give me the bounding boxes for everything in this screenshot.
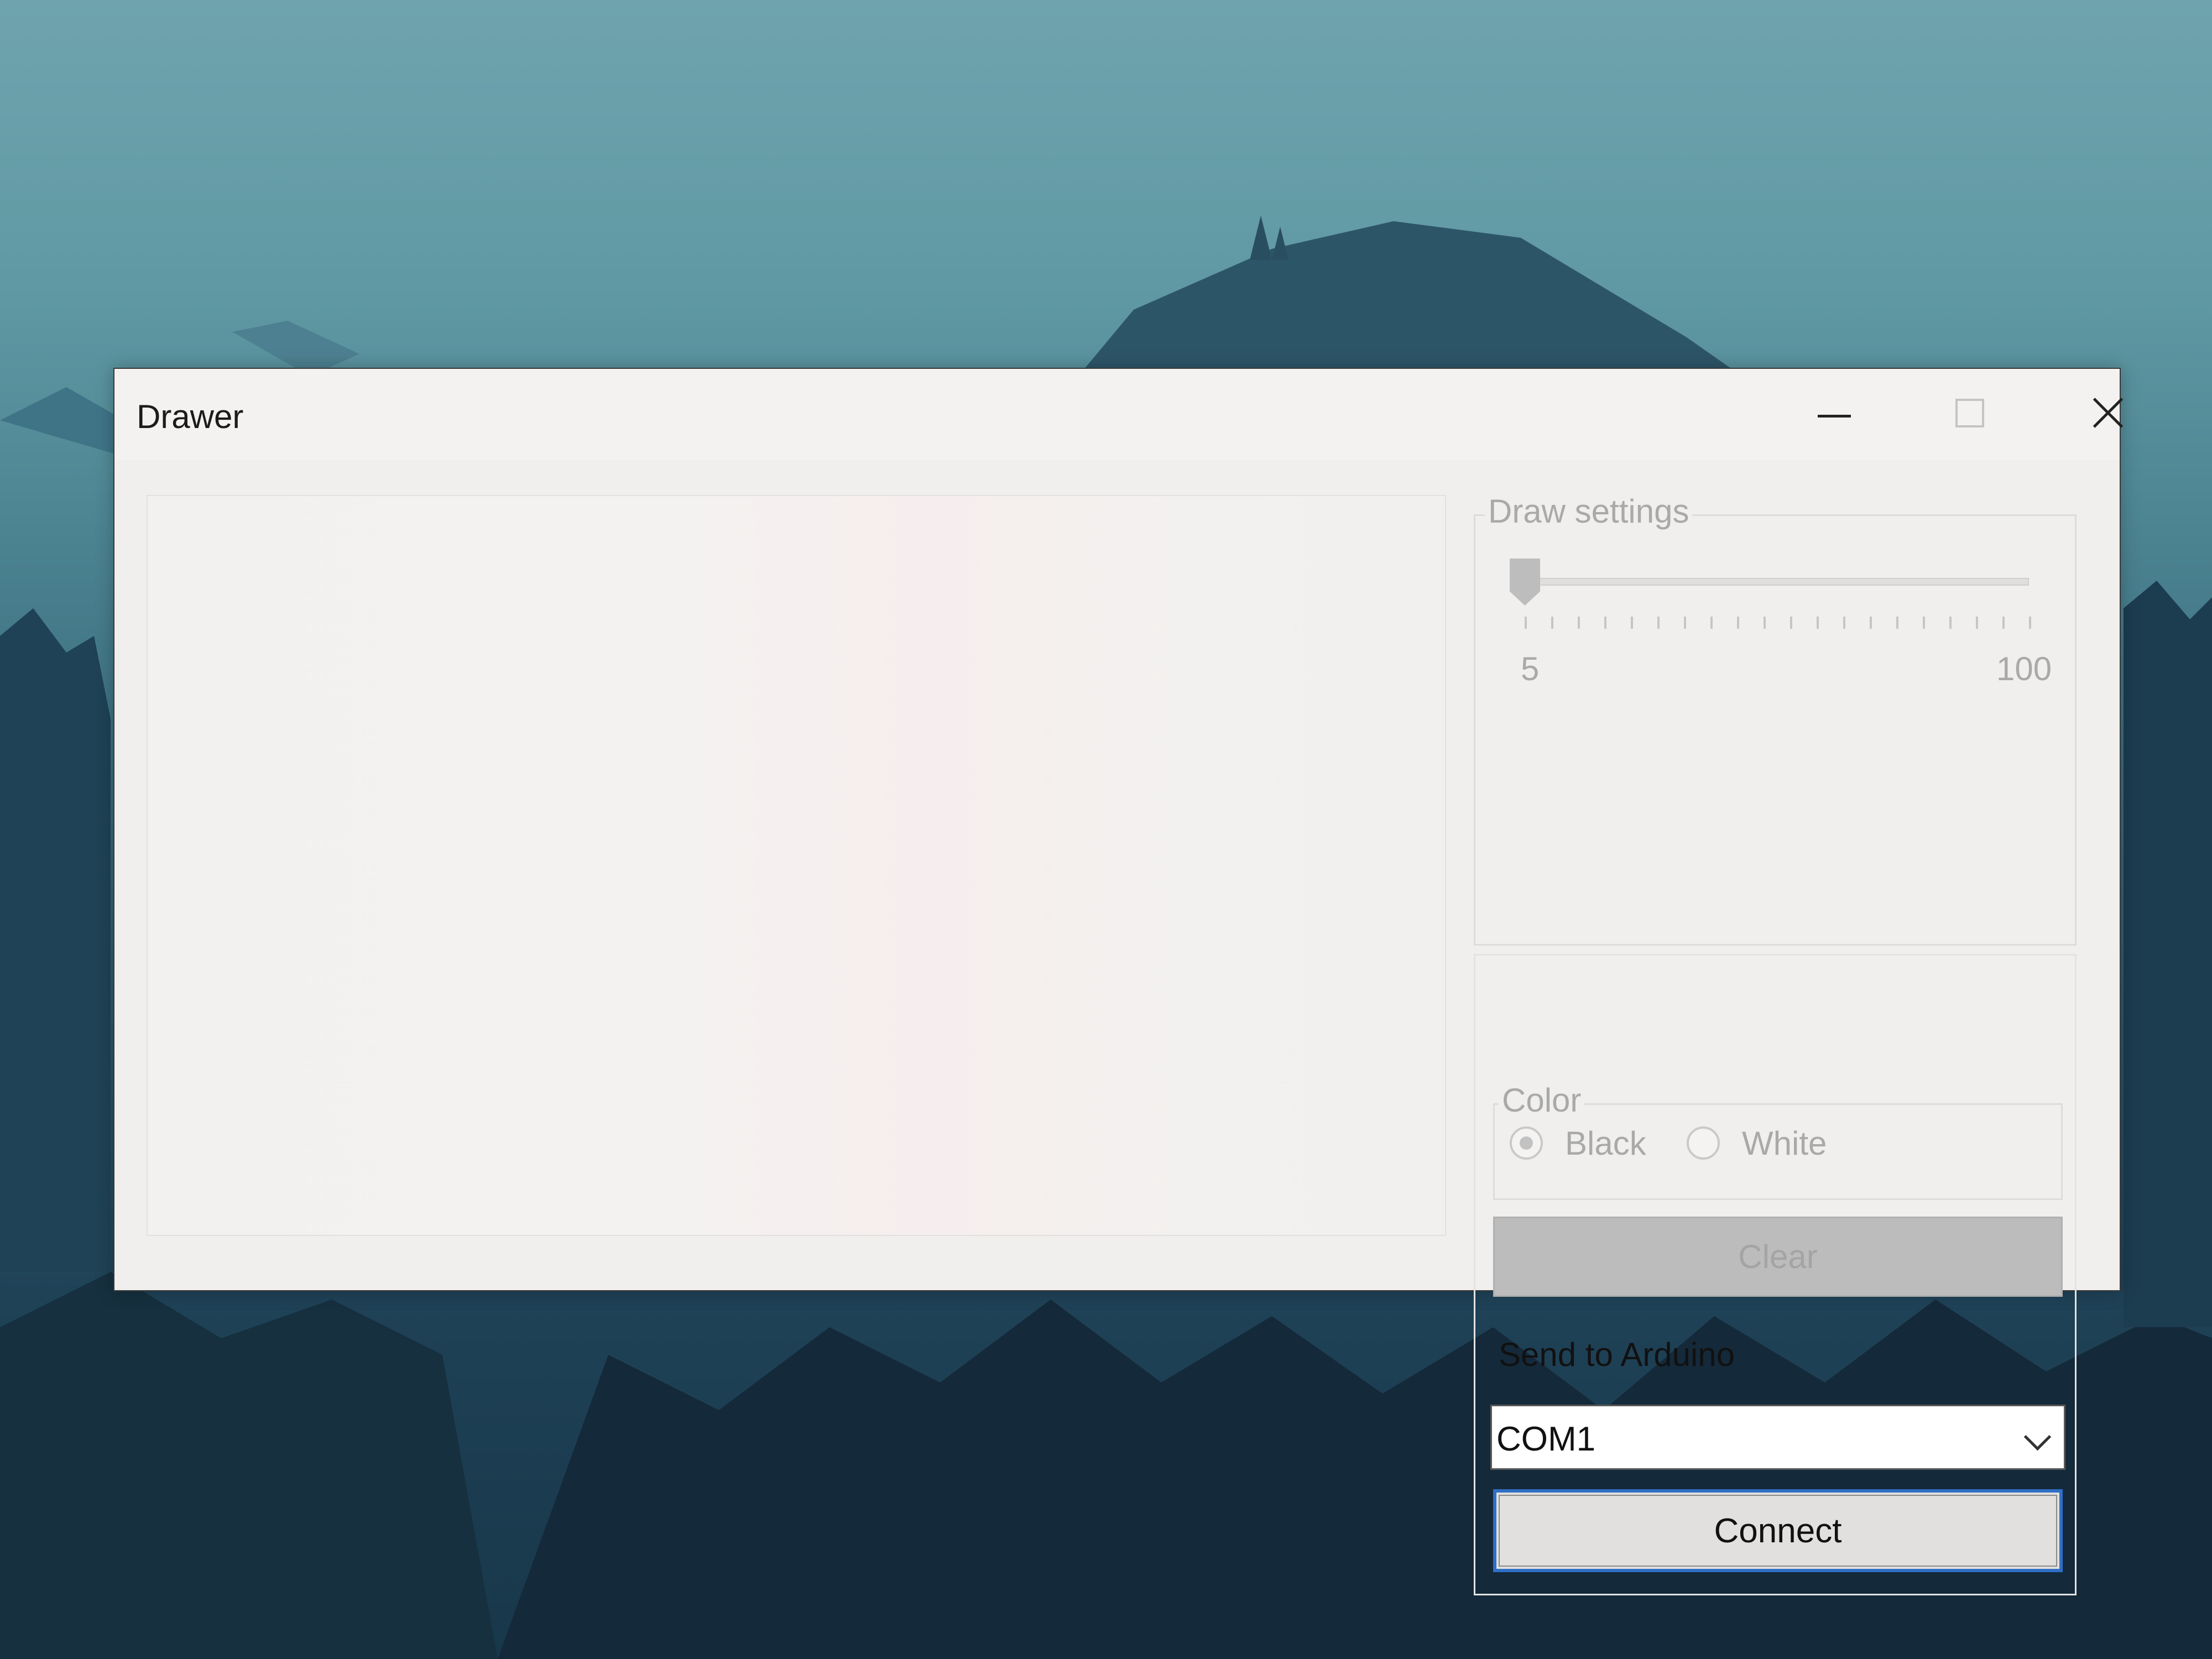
slider-max-label: 100 xyxy=(1996,650,2052,687)
com-port-value: COM1 xyxy=(1496,1420,1596,1458)
slider-ticks xyxy=(1525,617,2033,629)
radio-black[interactable] xyxy=(1510,1126,1543,1160)
clear-button[interactable]: Clear xyxy=(1493,1217,2063,1297)
radio-white-label: White xyxy=(1742,1125,1827,1162)
drawing-canvas[interactable] xyxy=(147,495,1446,1236)
clear-button-label: Clear xyxy=(1738,1238,1818,1275)
radio-white[interactable] xyxy=(1687,1126,1720,1160)
slider-min-label: 5 xyxy=(1521,650,1540,687)
send-to-arduino-label: Send to Arduino xyxy=(1499,1336,1735,1373)
connect-button-label: Connect xyxy=(1714,1511,1842,1550)
chevron-down-icon[interactable] xyxy=(2023,1423,2052,1451)
window-client-area: Draw settings 5 100 Color Black White Cl… xyxy=(113,368,2121,1595)
color-group-label: Color xyxy=(1499,1081,1585,1119)
brush-size-slider-track[interactable] xyxy=(1518,578,2029,586)
com-port-select[interactable]: COM1 xyxy=(1490,1405,2065,1470)
connect-button[interactable]: Connect xyxy=(1493,1489,2063,1572)
radio-black-label: Black xyxy=(1565,1125,1646,1162)
draw-settings-label: Draw settings xyxy=(1485,492,1693,530)
